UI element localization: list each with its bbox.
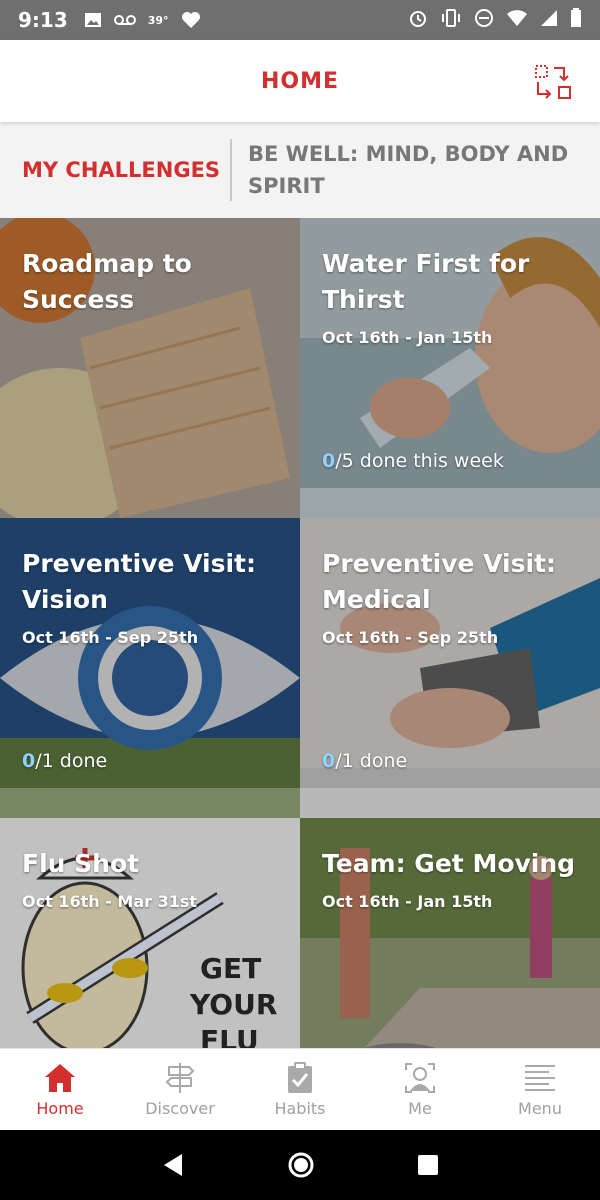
nav-label: Habits: [274, 1099, 326, 1118]
tile-date: Oct 16th - Jan 15th: [322, 892, 493, 911]
battery-icon: [570, 8, 582, 32]
nav-habits[interactable]: Habits: [240, 1049, 360, 1130]
app-header: HOME: [0, 40, 600, 122]
tile-title: Preventive Visit: Medical: [322, 549, 557, 614]
bottom-navigation: Home Discover Habits Me Menu: [0, 1048, 600, 1130]
recents-icon[interactable]: [416, 1153, 440, 1177]
switch-view-icon: [535, 65, 571, 99]
challenge-tile-roadmap[interactable]: Roadmap to Success: [0, 218, 300, 518]
back-icon[interactable]: [160, 1152, 186, 1178]
status-time: 9:13: [18, 8, 68, 32]
tile-title: Water First for Thirst: [322, 249, 530, 314]
nav-label: Discover: [145, 1099, 215, 1118]
tab-my-challenges[interactable]: MY CHALLENGES: [0, 154, 230, 186]
voicemail-icon: [113, 14, 136, 26]
page-title: HOME: [260, 68, 340, 94]
nav-label: Menu: [518, 1099, 562, 1118]
tile-date: Oct 16th - Mar 31st: [22, 892, 198, 911]
tile-progress: 0/5 done this week: [322, 450, 504, 472]
challenge-tile-flu-shot[interactable]: GET YOUR FLU Flu Shot Oct 16th - Mar 31s…: [0, 818, 300, 1048]
signpost-icon: [165, 1063, 195, 1093]
tile-title: Team: Get Moving: [322, 849, 576, 878]
alarm-icon: [408, 8, 428, 32]
nav-discover[interactable]: Discover: [120, 1049, 240, 1130]
tab-be-well[interactable]: BE WELL: MIND, BODY AND SPIRIT: [248, 138, 578, 202]
heart-icon: [181, 11, 201, 29]
challenge-tile-water[interactable]: Water First for Thirst Oct 16th - Jan 15…: [300, 218, 600, 518]
tile-progress: 0/1 done: [22, 750, 108, 772]
tile-progress: 0/1 done: [322, 750, 408, 772]
nav-me[interactable]: Me: [360, 1049, 480, 1130]
challenge-tile-team-moving[interactable]: Team: Get Moving Oct 16th - Jan 15th: [300, 818, 600, 1048]
image-icon: [84, 12, 102, 28]
nav-label: Me: [408, 1099, 432, 1118]
nav-label: Home: [36, 1099, 84, 1118]
home-icon: [45, 1064, 75, 1092]
category-tabs: MY CHALLENGES BE WELL: MIND, BODY AND SP…: [0, 122, 600, 218]
nav-menu[interactable]: Menu: [480, 1049, 600, 1130]
system-navigation-bar: [0, 1130, 600, 1200]
tile-title: Preventive Visit: Vision: [22, 549, 257, 614]
vibrate-icon: [440, 8, 462, 32]
wifi-icon: [506, 9, 528, 31]
tile-date: Oct 16th - Sep 25th: [22, 628, 199, 647]
switch-view-button[interactable]: [534, 64, 574, 102]
tile-title: Roadmap to Success: [22, 249, 192, 314]
profile-scan-icon: [405, 1063, 435, 1093]
dnd-icon: [474, 8, 494, 32]
challenge-tile-vision[interactable]: Preventive Visit: Vision Oct 16th - Sep …: [0, 518, 300, 818]
home-circle-icon[interactable]: [287, 1151, 315, 1179]
clipboard-check-icon: [288, 1062, 312, 1093]
challenge-tile-medical[interactable]: Preventive Visit: Medical Oct 16th - Sep…: [300, 518, 600, 818]
tile-title: Flu Shot: [22, 849, 140, 878]
status-temp: 39°: [147, 13, 169, 27]
tab-divider: [230, 139, 232, 201]
tile-date: Oct 16th - Sep 25th: [322, 628, 499, 647]
signal-icon: [540, 9, 558, 31]
status-bar: 9:13 39°: [0, 0, 600, 40]
challenge-grid: Roadmap to Success Water First for Thirs…: [0, 218, 600, 1048]
tile-date: Oct 16th - Jan 15th: [322, 328, 493, 347]
menu-lines-icon: [525, 1065, 555, 1091]
nav-home[interactable]: Home: [0, 1049, 120, 1130]
